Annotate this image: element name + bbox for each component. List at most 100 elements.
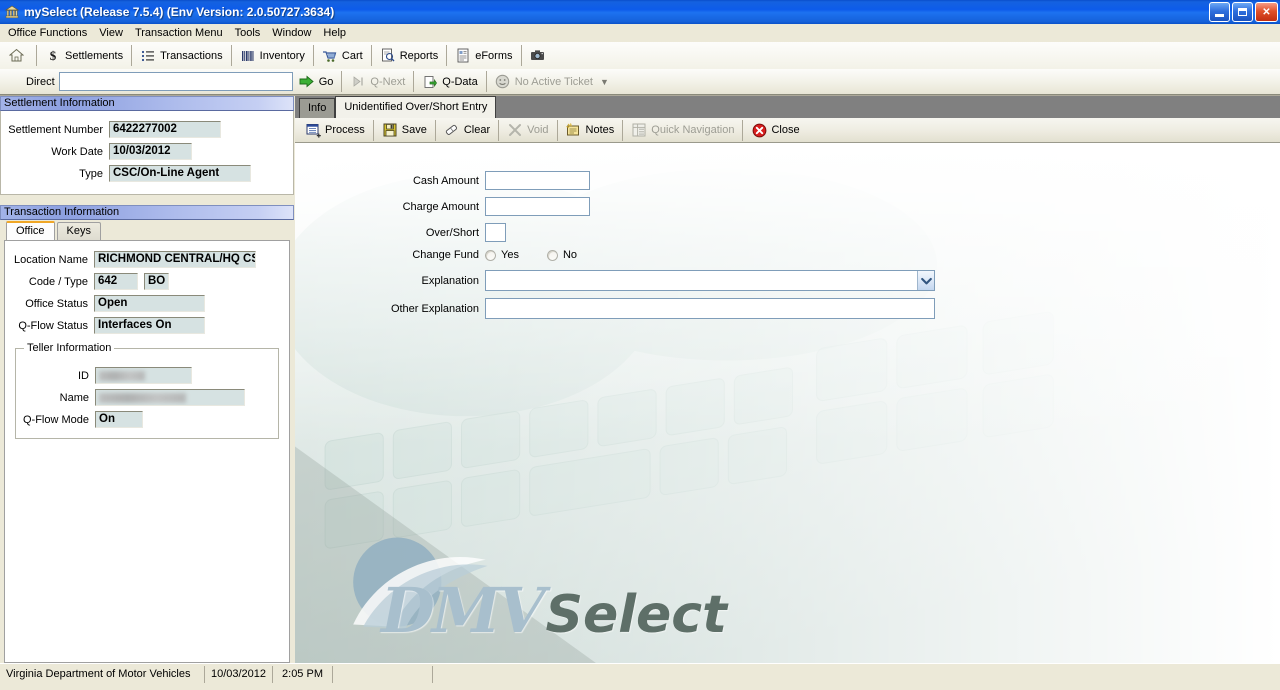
toolbar-cart-button[interactable]: Cart bbox=[316, 44, 369, 68]
active-ticket-button[interactable]: No Active Ticket ▼ bbox=[489, 71, 615, 93]
dollar-icon: $ bbox=[45, 48, 61, 64]
save-button[interactable]: Save bbox=[376, 118, 433, 142]
cart-icon bbox=[322, 48, 338, 64]
menu-help[interactable]: Help bbox=[317, 26, 352, 40]
go-button[interactable]: Go bbox=[293, 71, 340, 93]
other-explanation-input[interactable] bbox=[485, 298, 935, 319]
settlement-type-label: Type bbox=[79, 167, 103, 180]
dmv-select-watermark: DMV Select bbox=[381, 574, 727, 647]
main-content-pane: Info Unidentified Over/Short Entry Proce… bbox=[295, 96, 1280, 663]
charge-amount-label: Charge Amount bbox=[402, 200, 479, 213]
list-icon bbox=[140, 48, 156, 64]
tab-info[interactable]: Info bbox=[299, 98, 336, 118]
restore-button[interactable] bbox=[1232, 2, 1253, 22]
qdata-button[interactable]: Q-Data bbox=[416, 71, 483, 93]
green-arrow-icon bbox=[299, 74, 315, 90]
watermark-dmv: DMV bbox=[381, 574, 545, 647]
menu-window[interactable]: Window bbox=[266, 26, 317, 40]
explanation-value bbox=[486, 271, 917, 290]
eforms-icon bbox=[455, 48, 471, 64]
direct-input[interactable] bbox=[58, 72, 293, 91]
charge-amount-input[interactable] bbox=[485, 197, 590, 216]
work-date-row: Work Date 10/03/2012 bbox=[5, 143, 285, 160]
qflow-mode-row: Q-Flow Mode On bbox=[20, 411, 274, 428]
eraser-icon bbox=[444, 122, 460, 138]
content-toolbar-separator bbox=[372, 119, 374, 141]
qdata-icon bbox=[422, 74, 438, 90]
cash-amount-input[interactable] bbox=[485, 171, 590, 190]
qdata-label: Q-Data bbox=[442, 75, 478, 88]
location-name-value: RICHMOND CENTRAL/HQ CSC bbox=[94, 251, 256, 268]
chevron-down-icon[interactable]: ▼ bbox=[600, 77, 609, 87]
toolbar-reports-label: Reports bbox=[399, 49, 439, 62]
menu-view[interactable]: View bbox=[93, 26, 129, 40]
toolbar-separator bbox=[520, 45, 522, 66]
status-date: 10/03/2012 bbox=[205, 665, 273, 683]
window-titlebar: mySelect (Release 7.5.4) (Env Version: 2… bbox=[0, 0, 1280, 24]
qnext-label: Q-Next bbox=[370, 75, 406, 88]
office-tab-panel: Location Name RICHMOND CENTRAL/HQ CSC Co… bbox=[4, 240, 290, 663]
office-status-row: Office Status Open bbox=[11, 295, 283, 312]
toolbar-eforms-label: eForms bbox=[475, 49, 513, 62]
camera-icon bbox=[530, 48, 546, 64]
toolbar-transactions-label: Transactions bbox=[160, 49, 223, 62]
menu-office-functions[interactable]: Office Functions bbox=[2, 26, 93, 40]
explanation-dropdown[interactable] bbox=[485, 270, 935, 291]
process-button[interactable]: Process bbox=[299, 118, 371, 142]
over-short-input[interactable] bbox=[485, 223, 506, 242]
notes-button[interactable]: Notes bbox=[560, 118, 621, 142]
change-fund-no-radio[interactable]: No bbox=[546, 249, 577, 261]
toolbar-reports-button[interactable]: Reports bbox=[374, 44, 445, 68]
content-toolbar-separator bbox=[556, 119, 558, 141]
tab-office-label: Office bbox=[16, 225, 45, 237]
teller-id-label: ID bbox=[78, 369, 89, 382]
tab-keys[interactable]: Keys bbox=[56, 222, 101, 240]
toolbar-separator bbox=[446, 45, 448, 66]
status-agency: Virginia Department of Motor Vehicles bbox=[0, 665, 205, 683]
notes-icon bbox=[566, 122, 582, 138]
direct-label: Direct bbox=[26, 75, 55, 88]
toolbar-separator bbox=[230, 45, 232, 66]
close-label: Close bbox=[771, 124, 800, 136]
void-button: Void bbox=[501, 118, 554, 142]
toolbars: $ Settlements Transactions Inventory Car… bbox=[0, 42, 1280, 96]
teller-information-group: Teller Information ID Name Q-Flow Mode O… bbox=[15, 342, 279, 439]
save-label: Save bbox=[401, 124, 427, 136]
toolbar-camera-button[interactable] bbox=[524, 44, 556, 68]
report-icon bbox=[380, 48, 396, 64]
menu-tools[interactable]: Tools bbox=[229, 26, 267, 40]
toolbar-inventory-button[interactable]: Inventory bbox=[234, 44, 311, 68]
toolbar-settlements-button[interactable]: $ Settlements bbox=[39, 44, 129, 68]
charge-amount-row: Charge Amount bbox=[295, 197, 1280, 216]
toolbar-transactions-button[interactable]: Transactions bbox=[134, 44, 229, 68]
process-icon bbox=[305, 122, 321, 138]
tab-office[interactable]: Office bbox=[6, 221, 55, 240]
chevron-down-icon[interactable] bbox=[917, 271, 934, 290]
change-fund-yes-radio[interactable]: Yes bbox=[485, 249, 519, 261]
toolbar-home-button[interactable] bbox=[2, 44, 34, 68]
minimize-button[interactable] bbox=[1209, 2, 1230, 22]
toolbar-separator bbox=[36, 45, 37, 66]
window-title: mySelect (Release 7.5.4) (Env Version: 2… bbox=[24, 5, 335, 19]
notes-label: Notes bbox=[585, 124, 615, 136]
toolbar-settlements-label: Settlements bbox=[65, 49, 124, 62]
close-button[interactable]: Close bbox=[745, 118, 805, 142]
tab-unidentified-over-short-entry[interactable]: Unidentified Over/Short Entry bbox=[335, 96, 497, 118]
change-fund-radio-group: Yes No bbox=[485, 249, 605, 261]
transaction-information-header: Transaction Information bbox=[0, 205, 294, 220]
close-window-button[interactable]: ✕ bbox=[1255, 2, 1278, 22]
qflow-status-row: Q-Flow Status Interfaces On bbox=[11, 317, 283, 334]
toolbar-eforms-button[interactable]: eForms bbox=[449, 44, 518, 68]
content-toolbar-separator bbox=[742, 119, 744, 141]
qflow-mode-value: On bbox=[95, 411, 143, 428]
over-short-form: Cash Amount Charge Amount Over/Short Cha… bbox=[295, 143, 1280, 319]
over-short-row: Over/Short bbox=[295, 223, 1280, 242]
tab-unidentified-over-short-entry-label: Unidentified Over/Short Entry bbox=[344, 101, 488, 113]
void-label: Void bbox=[527, 124, 549, 136]
teller-information-title: Teller Information bbox=[24, 342, 115, 354]
qnext-button[interactable]: Q-Next bbox=[344, 71, 411, 93]
menu-transaction-menu[interactable]: Transaction Menu bbox=[129, 26, 229, 40]
office-status-value: Open bbox=[94, 295, 205, 312]
settlement-number-value: 6422277002 bbox=[109, 121, 221, 138]
clear-button[interactable]: Clear bbox=[438, 118, 496, 142]
